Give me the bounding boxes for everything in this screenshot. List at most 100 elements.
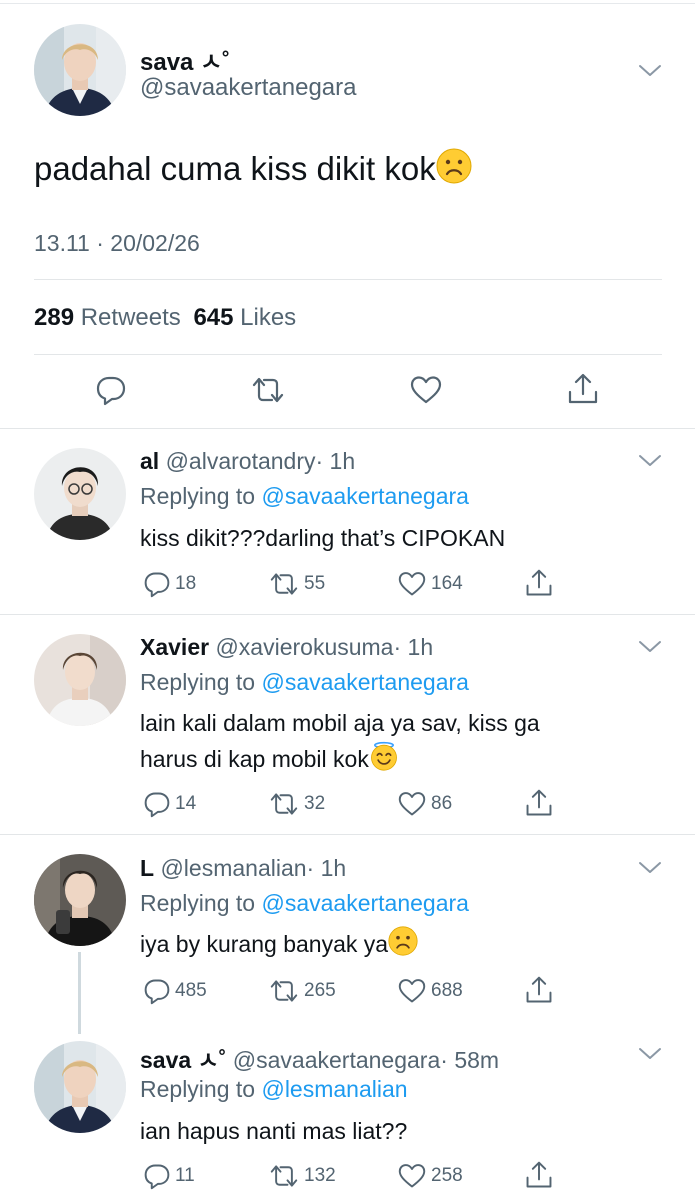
share-icon[interactable] <box>566 372 600 406</box>
like-count: 688 <box>431 980 463 1001</box>
retweet-count: 265 <box>304 980 336 1001</box>
reply-header: Xavier @xavierokusuma· 1h <box>140 634 433 661</box>
reply-time: · 1h <box>306 855 347 881</box>
chevron-down-icon[interactable] <box>638 861 662 875</box>
replying-to-link[interactable]: @savaakertanegara <box>261 890 468 916</box>
retweet-button[interactable]: 265 <box>268 977 336 1005</box>
like-count: 164 <box>431 573 463 594</box>
share-button[interactable] <box>524 1160 558 1190</box>
chevron-down-icon[interactable] <box>638 64 662 78</box>
tweet-stats: 289 Retweets 645 Likes <box>34 304 296 332</box>
reply-text-line: lain kali dalam mobil aja ya sav, kiss g… <box>140 710 540 736</box>
thread-line <box>78 952 81 1034</box>
replying-to: Replying to @savaakertanegara <box>140 483 469 510</box>
reply-text: kiss dikit???darling that’s CIPOKAN <box>140 525 506 551</box>
chevron-down-icon[interactable] <box>638 640 662 654</box>
avatar-sava[interactable] <box>34 1041 126 1133</box>
author-name-deco: ㅅ˚ <box>197 1047 227 1073</box>
reply-header: sava ㅅ˚ @savaakertanegara· 58m <box>140 1041 499 1075</box>
share-button[interactable] <box>524 568 558 598</box>
reply-header: L @lesmanalian· 1h <box>140 855 346 882</box>
reply-time: · 1h <box>315 448 356 474</box>
main-author-handle[interactable]: @savaakertanegara <box>140 74 357 102</box>
share-button[interactable] <box>524 975 558 1005</box>
reply-author-name[interactable]: Xavier <box>140 634 209 660</box>
replying-to-link[interactable]: @savaakertanegara <box>261 669 468 695</box>
reply-time: · 1h <box>393 634 434 660</box>
reply-author-handle[interactable]: @alvarotandry <box>166 448 316 474</box>
main-author-name[interactable]: sava ㅅ˚ <box>140 42 230 77</box>
share-button[interactable] <box>524 788 558 818</box>
retweet-count: 55 <box>304 573 326 594</box>
reply-time: · 58m <box>440 1047 500 1073</box>
chevron-down-icon[interactable] <box>638 454 662 468</box>
tweet-divider <box>0 614 695 615</box>
replying-to: Replying to @savaakertanegara <box>140 669 469 696</box>
replying-to: Replying to @lesmanalian <box>140 1076 408 1103</box>
replying-to-link[interactable]: @lesmanalian <box>261 1076 407 1102</box>
top-border <box>0 3 695 4</box>
replying-prefix: Replying to <box>140 669 256 695</box>
avatar-al[interactable] <box>34 448 126 540</box>
retweet-button[interactable]: 55 <box>268 570 325 598</box>
avatar-main[interactable] <box>34 24 126 116</box>
reply-author-name[interactable]: L <box>140 855 154 881</box>
reply-author-handle[interactable]: @savaakertanegara <box>233 1047 440 1073</box>
tweet-timestamp[interactable]: 13.11 · 20/02/26 <box>34 230 200 257</box>
replying-to: Replying to @savaakertanegara <box>140 890 469 917</box>
like-button[interactable]: 688 <box>397 977 463 1005</box>
main-tweet-text: padahal cuma kiss dikit kok <box>34 148 472 188</box>
reply-text-body: iya by kurang banyak ya <box>140 931 389 957</box>
reply-text-line-2: harus di kap mobil kok <box>140 741 540 777</box>
author-name-deco: ㅅ˚ <box>200 49 231 76</box>
reply-count: 18 <box>175 573 197 594</box>
retweet-button[interactable]: 32 <box>268 790 325 818</box>
reply-button[interactable]: 14 <box>143 790 196 818</box>
replying-prefix: Replying to <box>140 1076 256 1102</box>
reply-count: 14 <box>175 793 197 814</box>
like-button[interactable]: 164 <box>397 570 463 598</box>
frowning-face-icon <box>388 926 418 956</box>
reply-text-line: harus di kap mobil kok <box>140 746 369 772</box>
retweet-count: 132 <box>304 1165 336 1186</box>
tweet-divider <box>0 428 695 429</box>
reply-text: ian hapus nanti mas liat?? <box>140 1118 408 1144</box>
reply-text: lain kali dalam mobil aja ya sav, kiss g… <box>140 705 540 777</box>
tweet-divider <box>0 834 695 835</box>
avatar-l[interactable] <box>34 854 126 946</box>
reply-text: iya by kurang banyak ya <box>140 926 418 962</box>
like-count: 258 <box>431 1165 463 1186</box>
retweets-label[interactable]: Retweets <box>81 304 181 331</box>
like-icon[interactable] <box>409 374 443 406</box>
tweet-text-body: padahal cuma kiss dikit kok <box>34 150 436 187</box>
replying-prefix: Replying to <box>140 890 256 916</box>
separator <box>34 354 662 355</box>
retweet-icon[interactable] <box>250 374 286 406</box>
reply-author-name[interactable]: al <box>140 448 159 474</box>
like-count: 86 <box>431 793 453 814</box>
reply-count: 485 <box>175 980 207 1001</box>
reply-button[interactable]: 485 <box>143 977 207 1005</box>
reply-count: 11 <box>175 1165 195 1186</box>
smiling-face-with-halo-icon <box>370 741 397 771</box>
likes-label[interactable]: Likes <box>240 304 296 331</box>
author-name-text: sava <box>140 49 194 76</box>
chevron-down-icon[interactable] <box>638 1047 662 1061</box>
reply-button[interactable]: 18 <box>143 570 196 598</box>
like-button[interactable]: 258 <box>397 1162 463 1190</box>
avatar-xavier[interactable] <box>34 634 126 726</box>
reply-icon[interactable] <box>95 374 127 406</box>
retweets-count[interactable]: 289 <box>34 304 74 331</box>
replying-to-link[interactable]: @savaakertanegara <box>261 483 468 509</box>
reply-button[interactable]: 11 <box>143 1162 195 1190</box>
reply-header: al @alvarotandry· 1h <box>140 448 355 475</box>
reply-author-handle[interactable]: @xavierokusuma <box>215 634 393 660</box>
like-button[interactable]: 86 <box>397 790 452 818</box>
reply-author-name[interactable]: sava ㅅ˚ <box>140 1047 226 1073</box>
reply-author-handle[interactable]: @lesmanalian <box>160 855 306 881</box>
replying-prefix: Replying to <box>140 483 256 509</box>
likes-count[interactable]: 645 <box>193 304 233 331</box>
separator <box>34 279 662 280</box>
retweet-button[interactable]: 132 <box>268 1162 336 1190</box>
frowning-face-icon <box>436 148 472 184</box>
